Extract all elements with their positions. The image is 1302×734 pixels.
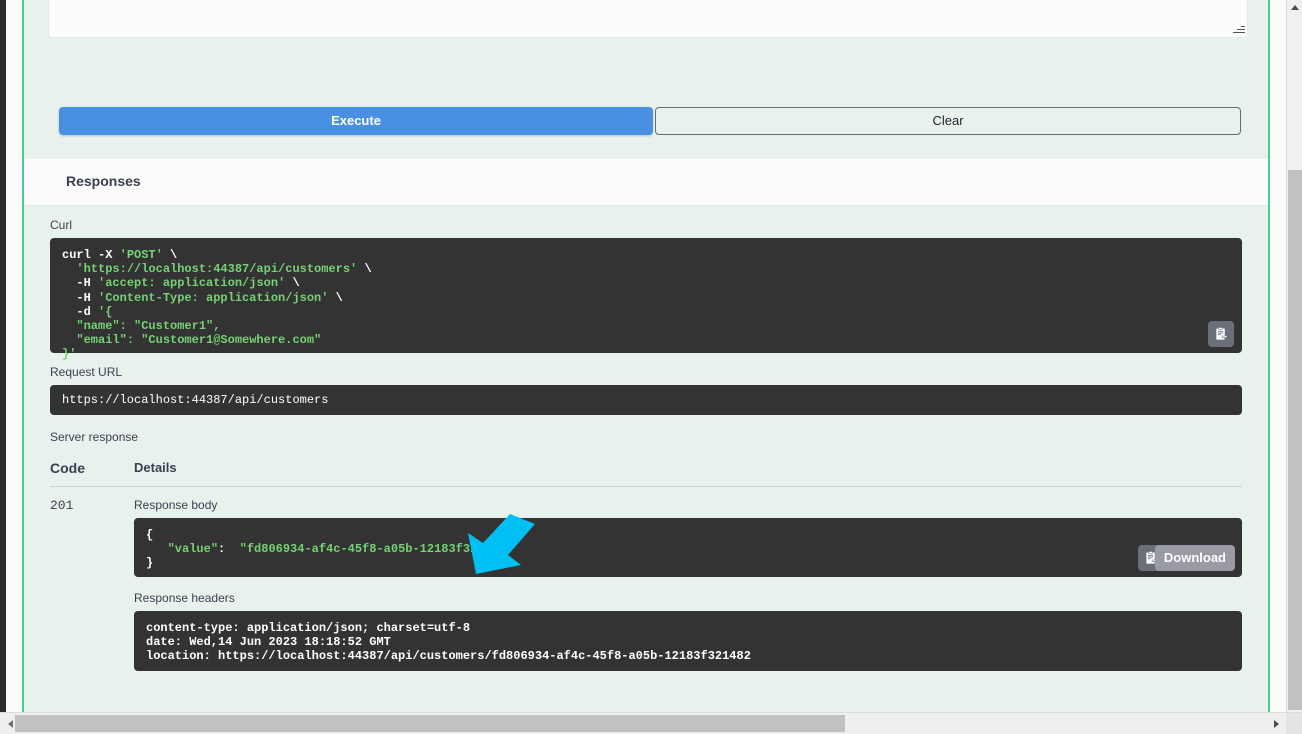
responses-content: Curl curl -X 'POST' \ 'https://localhost…: [24, 206, 1268, 671]
responses-section-header: Responses: [24, 159, 1268, 206]
scroll-up-arrow-icon[interactable]: [1287, 0, 1302, 15]
textarea-resize-handle[interactable]: [1231, 21, 1245, 35]
scrollbar-corner: [1286, 713, 1302, 734]
request-body-textarea[interactable]: [48, 0, 1248, 38]
clear-button[interactable]: Clear: [655, 107, 1241, 135]
download-response-button[interactable]: Download: [1154, 545, 1235, 571]
vertical-scrollbar-thumb[interactable]: [1288, 170, 1302, 710]
server-response-table: Code Details 201 Response body { "value"…: [50, 460, 1242, 671]
response-headers-block: content-type: application/json; charset=…: [134, 611, 1242, 671]
curl-code-block: curl -X 'POST' \ 'https://localhost:4438…: [50, 238, 1242, 361]
scroll-right-arrow-icon[interactable]: [1268, 716, 1284, 732]
response-body-text: { "value": "fd806934-af4c-45f8-a05b-1218…: [146, 528, 514, 571]
vertical-scrollbar[interactable]: [1286, 0, 1302, 718]
copy-curl-button[interactable]: [1208, 321, 1234, 347]
column-header-code: Code: [50, 460, 85, 476]
response-details-cell: Response body { "value": "fd806934-af4c-…: [134, 498, 1242, 671]
response-headers-text: content-type: application/json; charset=…: [146, 621, 751, 664]
response-body-label: Response body: [134, 498, 218, 512]
table-header-row: Code Details: [50, 460, 1242, 487]
swagger-operation-block-body: Execute Clear Responses Curl curl -X 'PO…: [22, 0, 1270, 712]
execute-clear-row: Execute Clear: [59, 107, 1241, 135]
request-url-value: https://localhost:44387/api/customers: [62, 393, 329, 407]
table-row: 201 Response body { "value": "fd806934-a…: [50, 487, 1242, 671]
screenshot-root: Execute Clear Responses Curl curl -X 'PO…: [0, 0, 1302, 734]
column-header-details: Details: [134, 460, 177, 475]
horizontal-scrollbar-thumb[interactable]: [15, 715, 845, 732]
response-status-code: 201: [50, 498, 74, 513]
horizontal-scrollbar[interactable]: [0, 712, 1302, 734]
curl-label: Curl: [50, 218, 73, 232]
curl-code-text: curl -X 'POST' \ 'https://localhost:4438…: [62, 248, 372, 362]
response-headers-label: Response headers: [134, 591, 235, 605]
response-body-block: { "value": "fd806934-af4c-45f8-a05b-1218…: [134, 518, 1242, 577]
request-url-block: https://localhost:44387/api/customers: [50, 385, 1242, 415]
server-response-label: Server response: [50, 430, 139, 444]
execute-button[interactable]: Execute: [59, 107, 653, 135]
browser-page-area: Execute Clear Responses Curl curl -X 'PO…: [6, 0, 1288, 712]
responses-title: Responses: [66, 173, 141, 189]
